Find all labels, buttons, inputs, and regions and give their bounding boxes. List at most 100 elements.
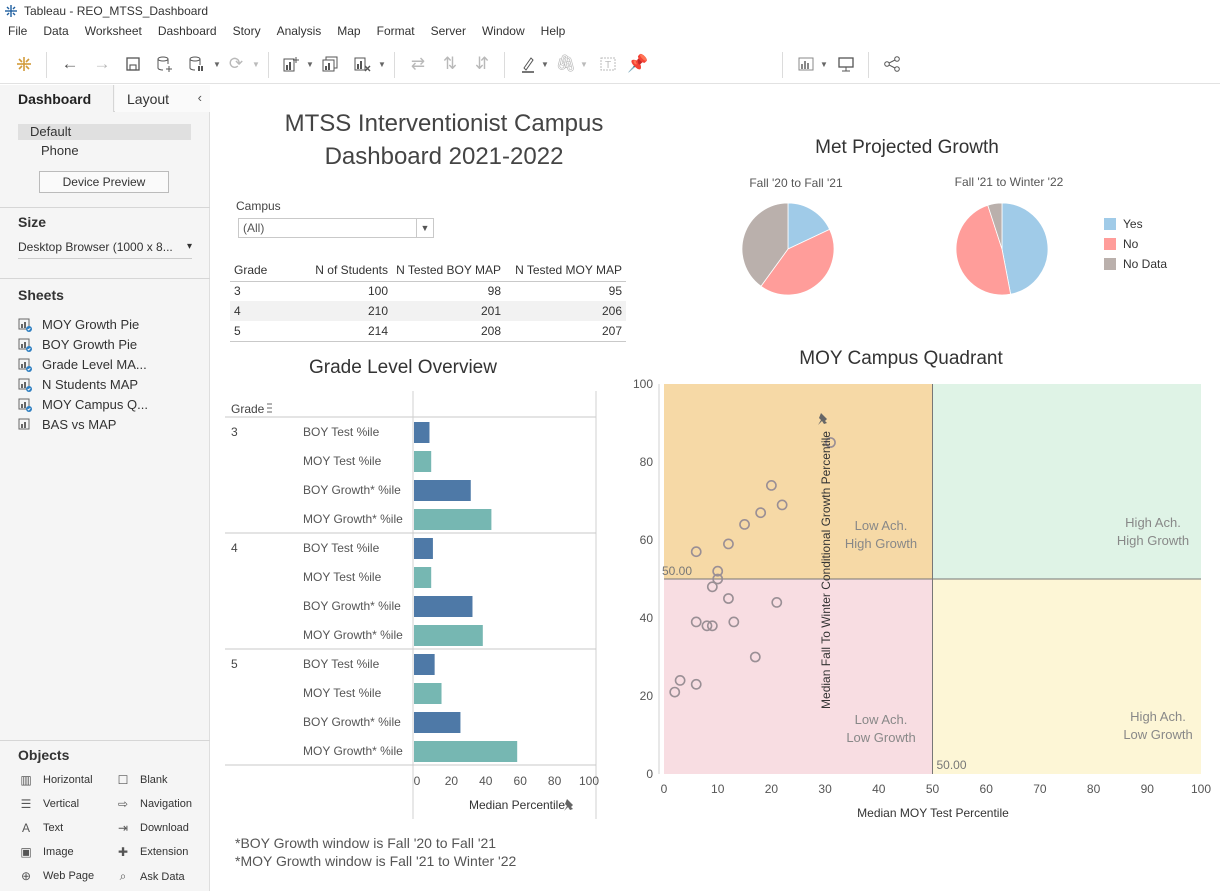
menu-help[interactable]: Help [541, 24, 566, 44]
object-label: Vertical [43, 798, 80, 810]
sheet-label: MOY Campus Q... [42, 397, 148, 412]
objects-header: Objects [18, 747, 70, 763]
device-preview-button[interactable]: Device Preview [39, 171, 169, 193]
menu-map[interactable]: Map [337, 24, 360, 44]
redo-icon[interactable]: → [90, 52, 114, 76]
col-n-tested-moy: N Tested MOY MAP [505, 262, 626, 282]
sheet-boy-growth-pie[interactable]: BOY Growth Pie [18, 337, 137, 352]
sheet-bas-vs-map[interactable]: BAS vs MAP [18, 417, 116, 432]
used-sheet-icon [18, 358, 32, 372]
bar [414, 712, 461, 733]
object-blank[interactable]: ☐ Blank [115, 773, 168, 787]
pie2-label: Fall '21 to Winter '22 [954, 175, 1064, 189]
pause-updates-icon[interactable] [185, 52, 209, 76]
legend-label-no[interactable]: No [1123, 237, 1138, 251]
save-icon[interactable] [121, 52, 145, 76]
menu-file[interactable]: File [8, 24, 27, 44]
table-cell: 214 [274, 321, 392, 342]
tableau-start-icon[interactable] [12, 52, 36, 76]
highlight-dropdown-icon[interactable]: ▼ [541, 60, 549, 69]
sort-ascending-icon[interactable]: ⇅ [438, 52, 462, 76]
object-label: Navigation [140, 798, 192, 810]
object-vertical[interactable]: ☰ Vertical [18, 797, 79, 811]
legend-label-no-data[interactable]: No Data [1123, 257, 1167, 271]
group-dropdown-icon[interactable]: ▼ [580, 60, 588, 69]
clear-dropdown-icon[interactable]: ▼ [378, 60, 386, 69]
object-image[interactable]: ▣ Image [18, 845, 73, 859]
sheet-moy-growth-pie[interactable]: MOY Growth Pie [18, 317, 139, 332]
legend-label-yes[interactable]: Yes [1123, 217, 1143, 231]
boy-growth-pie-chart[interactable] [741, 202, 841, 302]
group-icon[interactable]: 🖇 [554, 52, 578, 76]
highlight-icon[interactable] [516, 52, 540, 76]
new-worksheet-icon[interactable] [279, 52, 303, 76]
sheets-header: Sheets [18, 287, 64, 303]
col-n-students: N of Students [274, 262, 392, 282]
object-web-page[interactable]: ⊕ Web Page [18, 869, 94, 883]
show-labels-icon[interactable]: T [596, 52, 620, 76]
moy-campus-quadrant-chart[interactable]: 50.00 50.00 Low Ach. High Growth High Ach. Hi… [601, 375, 1220, 825]
duplicate-icon[interactable] [318, 52, 342, 76]
sheet-n-students-map[interactable]: N Students MAP [18, 377, 138, 392]
tab-dashboard[interactable]: Dashboard [0, 85, 114, 112]
object-ask-data[interactable]: ⌕ Ask Data [115, 869, 185, 884]
clear-sheet-icon[interactable] [350, 52, 374, 76]
device-phone[interactable]: Phone [41, 143, 79, 158]
menu-format[interactable]: Format [377, 24, 415, 44]
object-download[interactable]: ⇥ Download [115, 821, 189, 835]
presentation-mode-icon[interactable] [834, 52, 858, 76]
menu-data[interactable]: Data [43, 24, 68, 44]
sheet-moy-campus-quadrant[interactable]: MOY Campus Q... [18, 397, 148, 412]
x-tick-label: 20 [765, 782, 779, 796]
footnote-moy: *MOY Growth window is Fall '21 to Winter… [235, 853, 517, 869]
object-horizontal[interactable]: ▥ Horizontal [18, 773, 92, 787]
vertical-container-icon: ☰ [20, 797, 32, 811]
campus-filter-select[interactable]: (All) ▼ [238, 218, 434, 238]
new-sheet-dropdown-icon[interactable]: ▼ [306, 60, 314, 69]
menu-window[interactable]: Window [482, 24, 525, 44]
blank-icon: ☐ [117, 773, 129, 787]
object-extension[interactable]: ✚ Extension [115, 845, 188, 859]
sheet-label: BOY Growth Pie [42, 337, 138, 352]
show-me-dropdown-icon[interactable]: ▼ [820, 60, 828, 69]
fix-axes-icon[interactable]: 📌 [626, 52, 650, 76]
menu-worksheet[interactable]: Worksheet [85, 24, 142, 44]
menu-dashboard[interactable]: Dashboard [158, 24, 217, 44]
bar-label: MOY Growth* %ile [303, 512, 403, 526]
table-cell: 5 [230, 321, 274, 342]
quadrant-top-right [932, 384, 1201, 579]
device-default[interactable]: Default [18, 124, 191, 140]
table-row: 3 100 98 95 [230, 281, 626, 301]
swap-icon[interactable]: ⇄ [406, 52, 430, 76]
menu-server[interactable]: Server [431, 24, 466, 44]
object-text[interactable]: A Text [18, 821, 63, 835]
undo-icon[interactable]: ← [58, 52, 82, 76]
grade-level-bar-chart[interactable]: Grade 3 BOY Test %ile MOY Test %ile BOY Grow… [211, 385, 611, 825]
object-navigation[interactable]: ⇨ Navigation [115, 797, 192, 811]
window-title: Tableau - REO_MTSS_Dashboard [24, 4, 209, 18]
object-label: Ask Data [140, 870, 185, 883]
new-datasource-icon[interactable] [153, 52, 177, 76]
bar-label: MOY Test %ile [303, 454, 382, 468]
refresh-icon[interactable]: ⟳ [224, 52, 248, 76]
menu-analysis[interactable]: Analysis [277, 24, 322, 44]
bar [414, 422, 430, 443]
size-select[interactable]: Desktop Browser (1000 x 8... [18, 239, 192, 259]
x-tick-label: 60 [514, 774, 528, 788]
show-me-icon[interactable] [794, 52, 818, 76]
chevron-down-icon[interactable]: ▼ [416, 219, 433, 237]
sheet-grade-level-map[interactable]: Grade Level MA... [18, 357, 147, 372]
footnote-boy: *BOY Growth window is Fall '20 to Fall '… [235, 835, 497, 851]
bar [414, 654, 435, 675]
pause-dropdown-icon[interactable]: ▼ [213, 60, 221, 69]
menu-story[interactable]: Story [233, 24, 261, 44]
object-label: Text [43, 822, 64, 834]
share-icon[interactable] [880, 52, 904, 76]
moy-growth-pie-chart[interactable] [955, 202, 1055, 302]
collapse-sidebar-icon[interactable]: ‹ [198, 90, 202, 105]
tab-layout[interactable]: Layout [115, 85, 210, 112]
quadrant-title: MOY Campus Quadrant [799, 348, 1003, 369]
refresh-dropdown-icon[interactable]: ▼ [252, 60, 260, 69]
sort-descending-icon[interactable]: ⇵ [470, 52, 494, 76]
x-tick-label: 50 [926, 782, 940, 796]
